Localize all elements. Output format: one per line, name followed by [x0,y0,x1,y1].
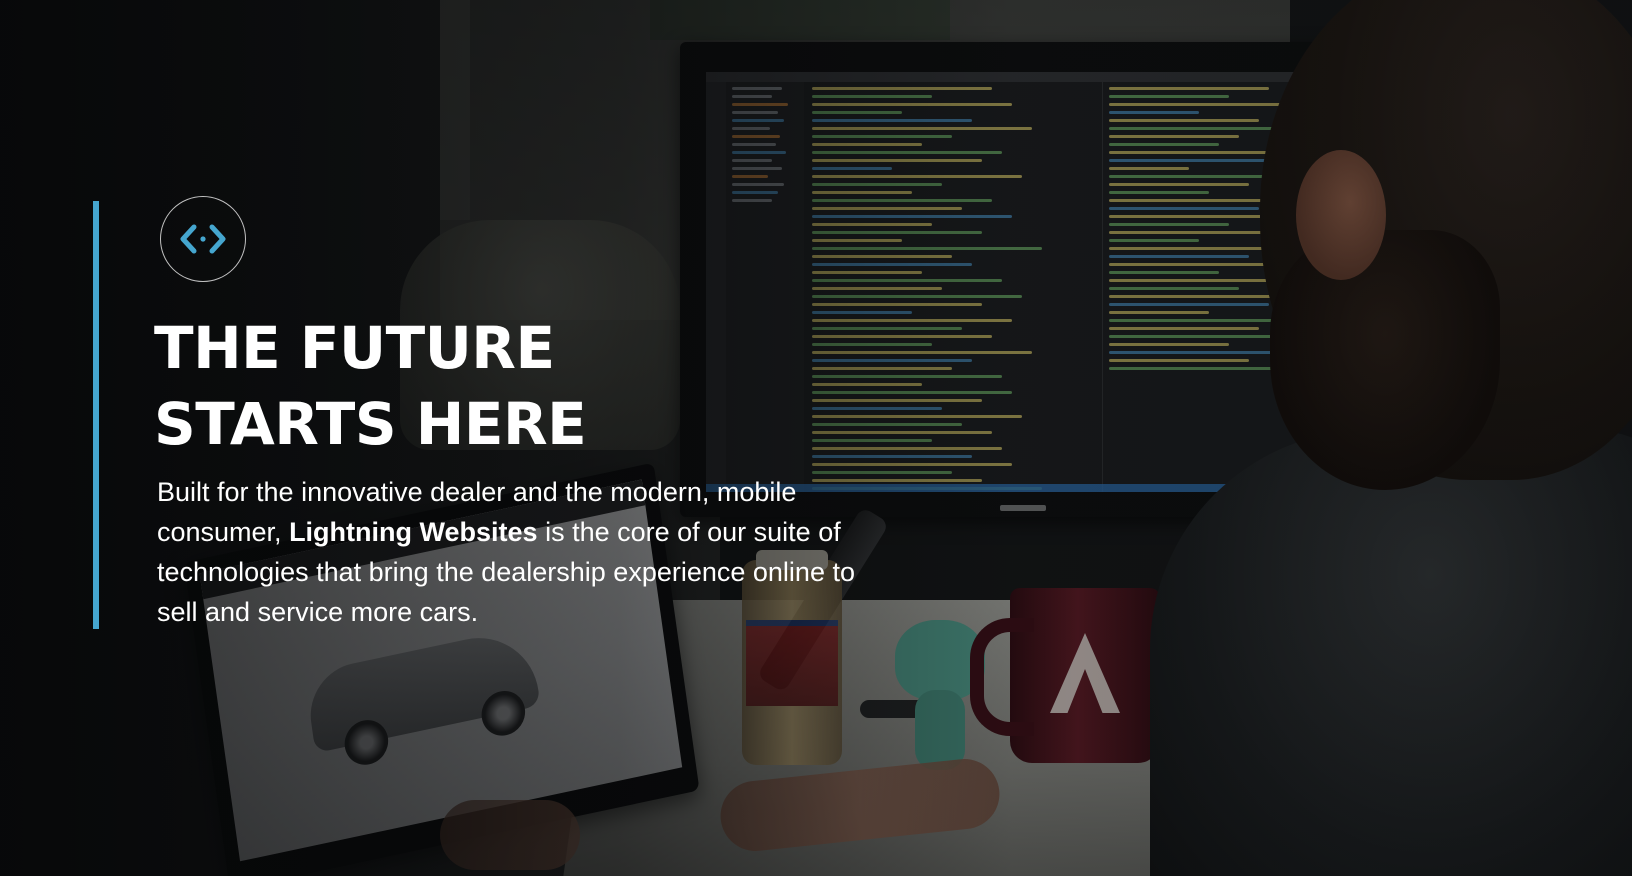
accent-bar [93,201,99,629]
code-brackets-icon [160,196,246,282]
hero-headline: THE FUTURE STARTS HERE [154,310,754,462]
hero-headline-line2: STARTS HERE [154,390,587,458]
hero-description: Built for the innovative dealer and the … [157,472,897,632]
hero-description-product-name: Lightning Websites [289,517,538,547]
code-brackets-icon-glyph [180,224,226,254]
hero-section: THE FUTURE STARTS HERE Built for the inn… [0,0,1632,876]
hero-headline-line1: THE FUTURE [154,314,555,382]
